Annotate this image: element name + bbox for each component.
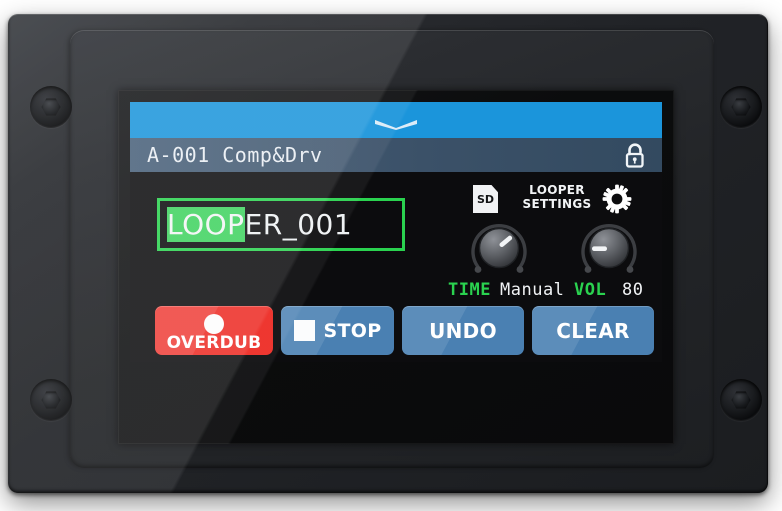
transport-button-row: OVERDUB STOP UNDO CLEAR <box>155 306 654 355</box>
lcd-ui-canvas: A-001 Comp&Drv LOOPER_001 SD LOOPER SETT… <box>130 102 662 362</box>
chevron-down-icon[interactable] <box>373 118 419 130</box>
time-value: Manual <box>500 280 565 300</box>
looper-name-selection: LOOP <box>167 207 245 242</box>
undo-button-label: UNDO <box>429 318 497 343</box>
screenshot-stage: A-001 Comp&Drv LOOPER_001 SD LOOPER SETT… <box>0 0 782 511</box>
stop-button[interactable]: STOP <box>281 306 394 355</box>
overdub-button-label: OVERDUB <box>166 332 262 353</box>
volume-knob[interactable] <box>580 220 638 278</box>
overdub-button[interactable]: OVERDUB <box>155 306 273 355</box>
stop-square-icon <box>293 320 315 341</box>
hardware-device-body: A-001 Comp&Drv LOOPER_001 SD LOOPER SETT… <box>8 14 768 493</box>
lock-open-icon[interactable] <box>622 142 648 173</box>
preset-name-label: A-001 Comp&Drv <box>147 143 323 167</box>
undo-button[interactable]: UNDO <box>402 306 524 355</box>
looper-name-remainder: ER_001 <box>244 208 353 241</box>
screw-bottom-right <box>720 379 762 421</box>
looper-settings-label[interactable]: LOOPER SETTINGS <box>518 183 596 211</box>
lcd-screen-glass: A-001 Comp&Drv LOOPER_001 SD LOOPER SETT… <box>118 90 674 444</box>
screw-top-left <box>30 86 72 128</box>
clear-button-label: CLEAR <box>556 318 630 343</box>
volume-label: VOL <box>574 280 607 300</box>
looper-settings-line1: LOOPER <box>529 183 585 197</box>
gear-icon[interactable] <box>602 184 632 218</box>
looper-name-input[interactable]: LOOPER_001 <box>157 198 405 251</box>
looper-settings-line2: SETTINGS <box>522 197 592 211</box>
stop-button-label: STOP <box>323 319 382 342</box>
time-label: TIME <box>448 280 491 300</box>
looper-name-value: LOOPER_001 <box>167 207 353 242</box>
preset-title-bar[interactable]: A-001 Comp&Drv <box>130 138 662 172</box>
screw-top-right <box>720 86 762 128</box>
looper-main-area: LOOPER_001 SD LOOPER SETTINGS TIME Manua… <box>130 172 662 362</box>
time-knob[interactable] <box>470 220 528 278</box>
pulldown-bar[interactable] <box>130 102 662 138</box>
clear-button[interactable]: CLEAR <box>532 306 654 355</box>
volume-value: 80 <box>622 280 644 300</box>
record-circle-icon <box>204 313 224 334</box>
screw-bottom-left <box>30 379 72 421</box>
sd-card-icon[interactable]: SD <box>473 185 498 213</box>
